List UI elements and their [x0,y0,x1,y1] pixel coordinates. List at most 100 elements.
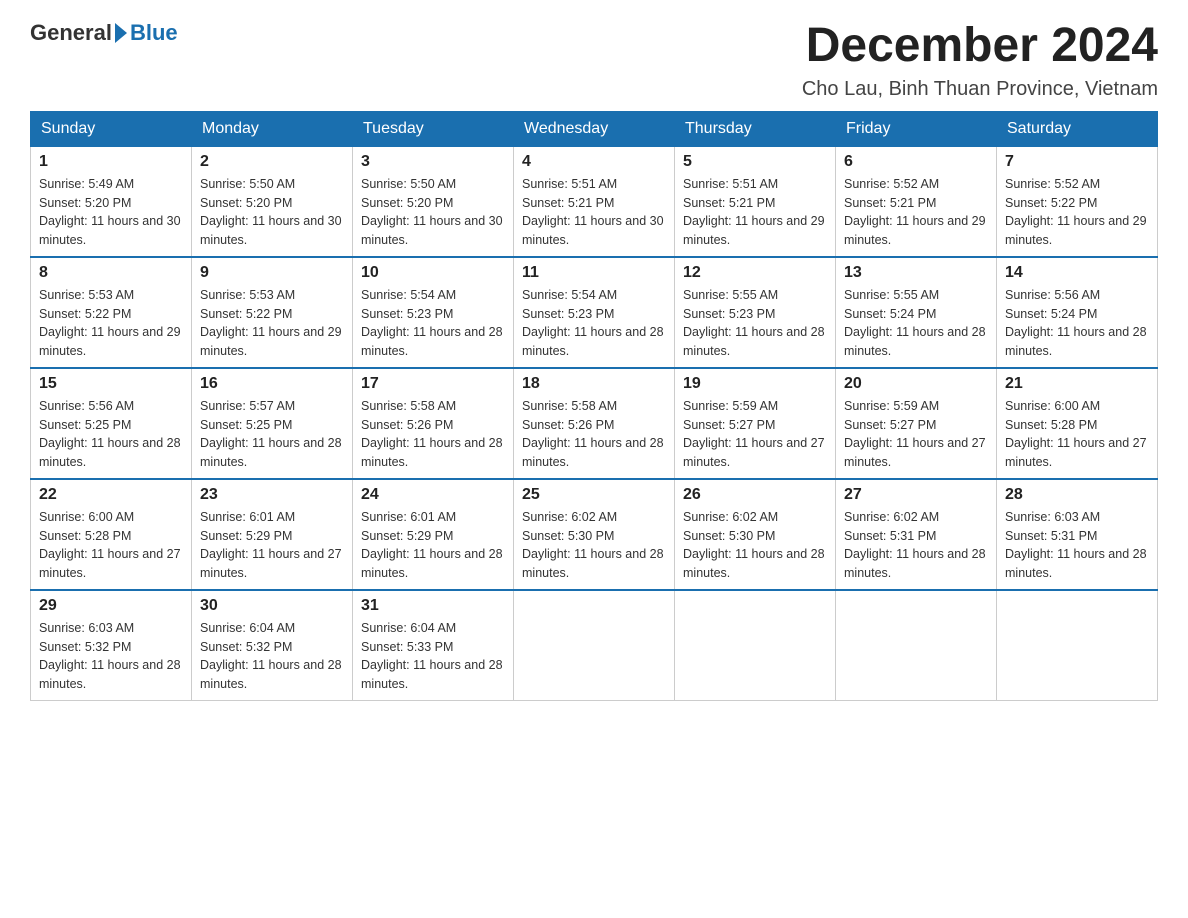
day-info: Sunrise: 5:51 AM Sunset: 5:21 PM Dayligh… [522,175,666,250]
week-row-5: 29 Sunrise: 6:03 AM Sunset: 5:32 PM Dayl… [31,590,1158,701]
calendar-cell [836,590,997,701]
calendar-cell: 13 Sunrise: 5:55 AM Sunset: 5:24 PM Dayl… [836,257,997,368]
day-info: Sunrise: 5:59 AM Sunset: 5:27 PM Dayligh… [683,397,827,472]
day-number: 6 [844,153,988,171]
calendar-cell: 18 Sunrise: 5:58 AM Sunset: 5:26 PM Dayl… [514,368,675,479]
day-info: Sunrise: 5:57 AM Sunset: 5:25 PM Dayligh… [200,397,344,472]
day-number: 23 [200,486,344,504]
day-number: 7 [1005,153,1149,171]
day-number: 17 [361,375,505,393]
day-info: Sunrise: 5:52 AM Sunset: 5:21 PM Dayligh… [844,175,988,250]
calendar-cell: 26 Sunrise: 6:02 AM Sunset: 5:30 PM Dayl… [675,479,836,590]
column-header-monday: Monday [192,111,353,146]
calendar-cell: 29 Sunrise: 6:03 AM Sunset: 5:32 PM Dayl… [31,590,192,701]
day-info: Sunrise: 5:52 AM Sunset: 5:22 PM Dayligh… [1005,175,1149,250]
column-header-sunday: Sunday [31,111,192,146]
calendar-cell: 11 Sunrise: 5:54 AM Sunset: 5:23 PM Dayl… [514,257,675,368]
day-number: 8 [39,264,183,282]
calendar-cell: 9 Sunrise: 5:53 AM Sunset: 5:22 PM Dayli… [192,257,353,368]
day-number: 29 [39,597,183,615]
calendar-cell: 25 Sunrise: 6:02 AM Sunset: 5:30 PM Dayl… [514,479,675,590]
day-info: Sunrise: 5:53 AM Sunset: 5:22 PM Dayligh… [200,286,344,361]
day-number: 1 [39,153,183,171]
day-info: Sunrise: 5:54 AM Sunset: 5:23 PM Dayligh… [522,286,666,361]
day-info: Sunrise: 5:58 AM Sunset: 5:26 PM Dayligh… [361,397,505,472]
day-number: 27 [844,486,988,504]
page-header: General Blue December 2024 Cho Lau, Binh… [30,20,1158,101]
day-number: 9 [200,264,344,282]
calendar-cell: 28 Sunrise: 6:03 AM Sunset: 5:31 PM Dayl… [997,479,1158,590]
header-row: SundayMondayTuesdayWednesdayThursdayFrid… [31,111,1158,146]
calendar-cell: 10 Sunrise: 5:54 AM Sunset: 5:23 PM Dayl… [353,257,514,368]
day-info: Sunrise: 6:02 AM Sunset: 5:30 PM Dayligh… [522,508,666,583]
column-header-tuesday: Tuesday [353,111,514,146]
calendar-cell: 4 Sunrise: 5:51 AM Sunset: 5:21 PM Dayli… [514,146,675,257]
day-number: 15 [39,375,183,393]
week-row-3: 15 Sunrise: 5:56 AM Sunset: 5:25 PM Dayl… [31,368,1158,479]
day-number: 12 [683,264,827,282]
calendar-cell: 24 Sunrise: 6:01 AM Sunset: 5:29 PM Dayl… [353,479,514,590]
calendar-cell: 1 Sunrise: 5:49 AM Sunset: 5:20 PM Dayli… [31,146,192,257]
day-number: 26 [683,486,827,504]
calendar-cell: 3 Sunrise: 5:50 AM Sunset: 5:20 PM Dayli… [353,146,514,257]
day-number: 25 [522,486,666,504]
day-info: Sunrise: 6:02 AM Sunset: 5:30 PM Dayligh… [683,508,827,583]
logo-general-text: General [30,20,112,46]
calendar-cell: 20 Sunrise: 5:59 AM Sunset: 5:27 PM Dayl… [836,368,997,479]
logo-arrow-icon [115,23,127,43]
day-info: Sunrise: 6:04 AM Sunset: 5:32 PM Dayligh… [200,619,344,694]
calendar-cell: 16 Sunrise: 5:57 AM Sunset: 5:25 PM Dayl… [192,368,353,479]
day-info: Sunrise: 5:55 AM Sunset: 5:23 PM Dayligh… [683,286,827,361]
week-row-2: 8 Sunrise: 5:53 AM Sunset: 5:22 PM Dayli… [31,257,1158,368]
day-number: 5 [683,153,827,171]
day-number: 16 [200,375,344,393]
day-info: Sunrise: 5:54 AM Sunset: 5:23 PM Dayligh… [361,286,505,361]
calendar-cell: 6 Sunrise: 5:52 AM Sunset: 5:21 PM Dayli… [836,146,997,257]
calendar-cell: 2 Sunrise: 5:50 AM Sunset: 5:20 PM Dayli… [192,146,353,257]
column-header-saturday: Saturday [997,111,1158,146]
calendar-cell: 15 Sunrise: 5:56 AM Sunset: 5:25 PM Dayl… [31,368,192,479]
day-info: Sunrise: 5:56 AM Sunset: 5:25 PM Dayligh… [39,397,183,472]
day-number: 2 [200,153,344,171]
day-info: Sunrise: 6:03 AM Sunset: 5:32 PM Dayligh… [39,619,183,694]
calendar-cell: 5 Sunrise: 5:51 AM Sunset: 5:21 PM Dayli… [675,146,836,257]
calendar-cell: 30 Sunrise: 6:04 AM Sunset: 5:32 PM Dayl… [192,590,353,701]
day-info: Sunrise: 6:00 AM Sunset: 5:28 PM Dayligh… [39,508,183,583]
day-number: 22 [39,486,183,504]
column-header-thursday: Thursday [675,111,836,146]
day-number: 31 [361,597,505,615]
day-number: 11 [522,264,666,282]
day-info: Sunrise: 5:53 AM Sunset: 5:22 PM Dayligh… [39,286,183,361]
day-info: Sunrise: 6:01 AM Sunset: 5:29 PM Dayligh… [200,508,344,583]
calendar-cell: 19 Sunrise: 5:59 AM Sunset: 5:27 PM Dayl… [675,368,836,479]
day-info: Sunrise: 5:56 AM Sunset: 5:24 PM Dayligh… [1005,286,1149,361]
day-info: Sunrise: 6:02 AM Sunset: 5:31 PM Dayligh… [844,508,988,583]
day-info: Sunrise: 5:50 AM Sunset: 5:20 PM Dayligh… [200,175,344,250]
title-section: December 2024 Cho Lau, Binh Thuan Provin… [802,20,1158,101]
day-info: Sunrise: 5:49 AM Sunset: 5:20 PM Dayligh… [39,175,183,250]
day-info: Sunrise: 5:50 AM Sunset: 5:20 PM Dayligh… [361,175,505,250]
day-number: 4 [522,153,666,171]
day-number: 14 [1005,264,1149,282]
calendar-table: SundayMondayTuesdayWednesdayThursdayFrid… [30,111,1158,701]
day-number: 28 [1005,486,1149,504]
day-number: 30 [200,597,344,615]
logo: General Blue [30,20,178,46]
day-number: 19 [683,375,827,393]
day-number: 18 [522,375,666,393]
calendar-cell [514,590,675,701]
column-header-friday: Friday [836,111,997,146]
day-number: 3 [361,153,505,171]
day-info: Sunrise: 5:59 AM Sunset: 5:27 PM Dayligh… [844,397,988,472]
day-info: Sunrise: 6:00 AM Sunset: 5:28 PM Dayligh… [1005,397,1149,472]
calendar-cell: 12 Sunrise: 5:55 AM Sunset: 5:23 PM Dayl… [675,257,836,368]
calendar-cell: 17 Sunrise: 5:58 AM Sunset: 5:26 PM Dayl… [353,368,514,479]
day-number: 13 [844,264,988,282]
day-info: Sunrise: 6:03 AM Sunset: 5:31 PM Dayligh… [1005,508,1149,583]
calendar-cell [997,590,1158,701]
calendar-cell: 21 Sunrise: 6:00 AM Sunset: 5:28 PM Dayl… [997,368,1158,479]
day-info: Sunrise: 6:01 AM Sunset: 5:29 PM Dayligh… [361,508,505,583]
calendar-cell: 22 Sunrise: 6:00 AM Sunset: 5:28 PM Dayl… [31,479,192,590]
day-info: Sunrise: 5:58 AM Sunset: 5:26 PM Dayligh… [522,397,666,472]
calendar-cell: 31 Sunrise: 6:04 AM Sunset: 5:33 PM Dayl… [353,590,514,701]
